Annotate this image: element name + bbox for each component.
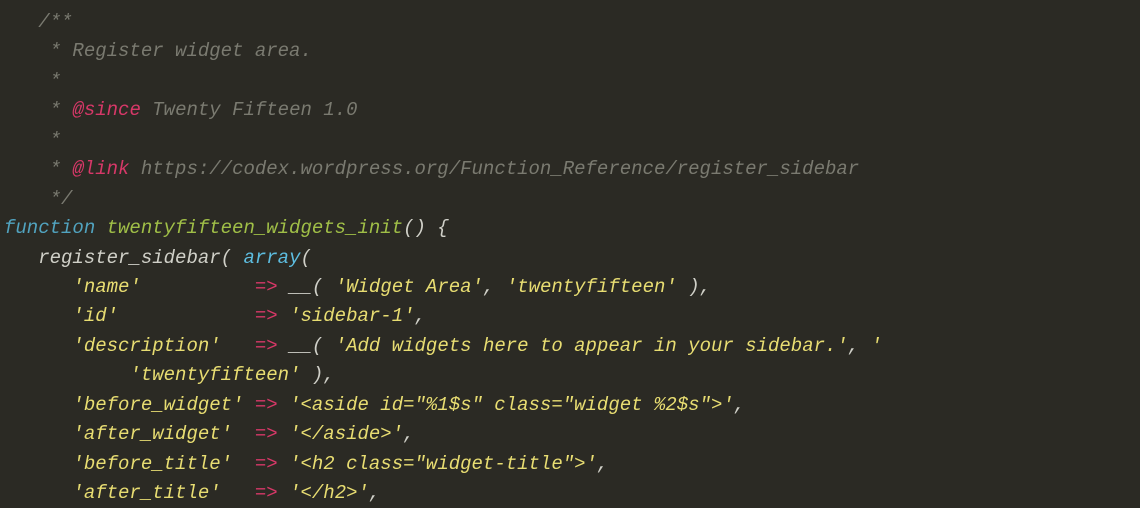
code-line: function twentyfifteen_widgets_init() { [4, 214, 1140, 243]
string: '</h2>' [289, 482, 369, 504]
punctuation: ( [300, 247, 311, 269]
function-call: array [243, 247, 300, 269]
comment-text: * [38, 158, 72, 180]
keyword: function [4, 217, 95, 239]
string: 'sidebar-1' [289, 305, 414, 327]
string: 'Widget Area' [335, 276, 483, 298]
punctuation: , [369, 482, 380, 504]
function-call: __ [289, 335, 312, 357]
code-line: 'before_title' => '<h2 class="widget-tit… [4, 450, 1140, 479]
punctuation: ( [312, 276, 335, 298]
operator: => [255, 482, 278, 504]
comment-text: Twenty Fifteen 1.0 [141, 99, 358, 121]
function-call: register_sidebar [38, 247, 220, 269]
string: '</aside>' [289, 423, 403, 445]
code-line: 'after_title' => '</h2>', [4, 479, 1140, 508]
string: 'name' [72, 276, 140, 298]
operator: => [255, 453, 278, 475]
code-line: * @since Twenty Fifteen 1.0 [4, 96, 1140, 125]
comment-text: /** [4, 11, 72, 33]
string: 'after_widget' [72, 423, 232, 445]
string: 'before_title' [72, 453, 232, 475]
comment-text: * [4, 129, 61, 151]
code-line: * [4, 126, 1140, 155]
code-line: 'twentyfifteen' ), [4, 361, 1140, 390]
string: 'twentyfifteen' [129, 364, 300, 386]
comment-text: */ [4, 188, 72, 210]
code-editor[interactable]: /** * Register widget area. * * @since T… [4, 8, 1140, 508]
punctuation: , [734, 394, 745, 416]
string: 'description' [72, 335, 220, 357]
comment-text: * [4, 70, 61, 92]
string: ' [871, 335, 882, 357]
comment-text: * Register widget area. [4, 40, 312, 62]
comment-text: * [38, 99, 72, 121]
operator: => [255, 276, 278, 298]
doc-tag: @link [72, 158, 129, 180]
string: 'after_title' [72, 482, 220, 504]
comment-text: https://codex.wordpress.org/Function_Ref… [129, 158, 859, 180]
operator: => [255, 335, 278, 357]
code-line: 'description' => __( 'Add widgets here t… [4, 332, 1140, 361]
function-name: twentyfifteen_widgets_init [95, 217, 403, 239]
code-line: 'id' => 'sidebar-1', [4, 302, 1140, 331]
punctuation: ), [300, 364, 334, 386]
code-line: * [4, 67, 1140, 96]
code-line: /** [4, 8, 1140, 37]
string: 'twentyfifteen' [506, 276, 677, 298]
function-call: __ [289, 276, 312, 298]
string: '<h2 class="widget-title">' [289, 453, 597, 475]
code-line: 'after_widget' => '</aside>', [4, 420, 1140, 449]
punctuation: ( [312, 335, 335, 357]
string: '<aside id="%1$s" class="widget %2$s">' [289, 394, 734, 416]
string: 'Add widgets here to appear in your side… [335, 335, 848, 357]
code-line: * Register widget area. [4, 37, 1140, 66]
punctuation: , [848, 335, 871, 357]
string: 'id' [72, 305, 118, 327]
punctuation: , [415, 305, 426, 327]
punctuation: () { [403, 217, 449, 239]
code-line: */ [4, 185, 1140, 214]
operator: => [255, 394, 278, 416]
punctuation: , [597, 453, 608, 475]
punctuation: ), [677, 276, 711, 298]
punctuation: ( [221, 247, 244, 269]
punctuation: , [403, 423, 414, 445]
code-line: register_sidebar( array( [4, 244, 1140, 273]
doc-tag: @since [72, 99, 140, 121]
code-line: 'name' => __( 'Widget Area', 'twentyfift… [4, 273, 1140, 302]
punctuation: , [483, 276, 506, 298]
code-line: * @link https://codex.wordpress.org/Func… [4, 155, 1140, 184]
string: 'before_widget' [72, 394, 243, 416]
operator: => [255, 305, 278, 327]
operator: => [255, 423, 278, 445]
code-line: 'before_widget' => '<aside id="%1$s" cla… [4, 391, 1140, 420]
